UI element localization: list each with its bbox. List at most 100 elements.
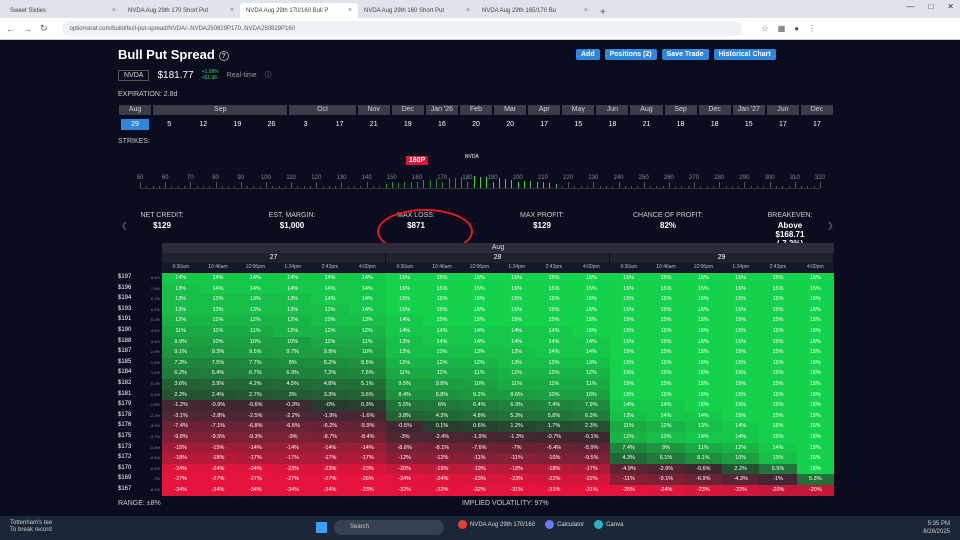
table-cell[interactable]: -1.6% — [348, 410, 386, 422]
table-cell[interactable]: -1.2% — [162, 400, 200, 411]
toolbar-button[interactable]: Positions (2) — [604, 49, 657, 60]
table-cell[interactable]: -2.4% — [423, 432, 461, 443]
taskbar-app[interactable]: Calculator — [545, 520, 584, 529]
table-cell[interactable]: 15% — [647, 326, 685, 337]
table-cell[interactable]: 6.2% — [162, 368, 200, 379]
table-cell[interactable]: 15% — [610, 368, 648, 379]
table-cell[interactable]: 12% — [572, 368, 610, 379]
table-cell[interactable]: -23% — [498, 474, 536, 485]
table-cell[interactable]: 14% — [535, 326, 573, 337]
browser-tab[interactable]: NVDA Aug 29th 160 Short Put × — [358, 3, 476, 18]
table-cell[interactable]: 15% — [759, 410, 797, 422]
table-cell[interactable]: 15% — [684, 368, 722, 379]
table-cell[interactable]: 15% — [647, 389, 685, 401]
table-cell[interactable]: 15% — [572, 273, 610, 284]
table-cell[interactable]: -24% — [236, 463, 274, 475]
table-cell[interactable]: 15% — [684, 326, 722, 337]
expiration-month[interactable]: Nov — [357, 105, 390, 115]
table-cell[interactable]: 13% — [460, 347, 498, 358]
table-cell[interactable]: 15% — [759, 389, 797, 401]
help-icon[interactable]: ? — [218, 50, 229, 61]
table-cell[interactable]: -0.7% — [535, 432, 573, 443]
table-cell[interactable]: 15% — [610, 389, 648, 401]
table-cell[interactable]: 15% — [684, 389, 722, 401]
table-cell[interactable]: 15% — [796, 421, 834, 432]
table-cell[interactable]: 1.2% — [498, 421, 536, 432]
table-cell[interactable]: 13% — [311, 315, 349, 326]
table-cell[interactable]: -17% — [236, 453, 274, 464]
table-cell[interactable]: 11% — [684, 442, 722, 454]
new-tab-button[interactable]: + — [594, 7, 612, 18]
extensions-icon[interactable]: ▦ — [778, 24, 786, 33]
table-cell[interactable]: 15% — [460, 283, 498, 295]
table-cell[interactable]: 15% — [647, 273, 685, 284]
table-cell[interactable]: 15% — [759, 368, 797, 379]
table-cell[interactable]: 5.8% — [535, 410, 573, 422]
table-cell[interactable]: 15% — [610, 304, 648, 316]
table-cell[interactable]: 15% — [684, 347, 722, 358]
tab-close-icon[interactable]: × — [584, 7, 588, 14]
expiration-month[interactable]: Sep — [153, 105, 288, 115]
table-cell[interactable]: 15% — [647, 304, 685, 316]
table-cell[interactable]: 14% — [311, 273, 349, 284]
table-cell[interactable]: 6.9% — [274, 368, 312, 379]
table-cell[interactable]: 15% — [759, 336, 797, 348]
table-cell[interactable]: -34% — [236, 485, 274, 496]
table-cell[interactable]: -6.9% — [684, 474, 722, 485]
expiration-day[interactable]: 21 — [360, 119, 388, 130]
table-cell[interactable]: 15% — [498, 315, 536, 326]
table-cell[interactable]: 15% — [647, 368, 685, 379]
table-cell[interactable]: 11% — [236, 326, 274, 337]
table-cell[interactable]: 14% — [647, 400, 685, 411]
table-cell[interactable]: 14% — [348, 273, 386, 284]
expiration-day[interactable]: 15 — [735, 119, 763, 130]
minimize-icon[interactable]: — — [906, 2, 914, 11]
table-cell[interactable]: -26% — [348, 474, 386, 485]
table-cell[interactable]: 15% — [722, 410, 760, 422]
table-cell[interactable]: 7.3% — [162, 357, 200, 369]
table-cell[interactable]: 15% — [759, 400, 797, 411]
table-cell[interactable]: 9.8% — [423, 379, 461, 390]
table-cell[interactable]: 11% — [610, 421, 648, 432]
table-cell[interactable]: 9.9% — [162, 336, 200, 348]
table-cell[interactable]: 13% — [311, 304, 349, 316]
expiration-month[interactable]: Jan '27 — [732, 105, 765, 115]
table-cell[interactable]: 15% — [722, 379, 760, 390]
table-cell[interactable]: 14% — [572, 347, 610, 358]
table-cell[interactable]: -8.4% — [348, 432, 386, 443]
star-icon[interactable]: ☆ — [762, 24, 769, 33]
table-cell[interactable]: 15% — [796, 432, 834, 443]
table-cell[interactable]: 15% — [796, 463, 834, 475]
expiration-day[interactable]: 17 — [769, 119, 797, 130]
table-cell[interactable]: -11% — [460, 453, 498, 464]
close-window-icon[interactable]: ✕ — [947, 2, 954, 11]
table-cell[interactable]: -17% — [572, 463, 610, 475]
table-cell[interactable]: 13% — [498, 347, 536, 358]
stats-next-icon[interactable]: ❯ — [827, 221, 834, 230]
table-cell[interactable]: 12% — [423, 357, 461, 369]
expiration-month[interactable]: Sep — [664, 105, 697, 115]
table-cell[interactable]: 9.5% — [236, 347, 274, 358]
table-cell[interactable]: -17% — [348, 453, 386, 464]
table-cell[interactable]: 15% — [684, 315, 722, 326]
table-cell[interactable]: -20% — [386, 463, 424, 475]
table-cell[interactable]: 12% — [386, 357, 424, 369]
table-cell[interactable]: 14% — [311, 294, 349, 305]
table-cell[interactable]: 14% — [386, 315, 424, 326]
table-cell[interactable]: 15% — [423, 273, 461, 284]
table-cell[interactable]: 12% — [199, 315, 237, 326]
table-cell[interactable]: 11% — [460, 368, 498, 379]
table-cell[interactable]: -7.4% — [162, 421, 200, 432]
table-cell[interactable]: 10% — [722, 453, 760, 464]
table-cell[interactable]: 13% — [610, 410, 648, 422]
table-cell[interactable]: 15% — [722, 304, 760, 316]
table-cell[interactable]: 3.3% — [311, 389, 349, 401]
table-cell[interactable]: 6.3% — [572, 410, 610, 422]
expiration-month[interactable]: Feb — [459, 105, 493, 115]
table-cell[interactable]: 15% — [684, 273, 722, 284]
table-cell[interactable]: -23% — [684, 485, 722, 496]
table-cell[interactable]: -9.1% — [647, 474, 685, 485]
expiration-day[interactable]: 19 — [394, 119, 422, 130]
expiration-day[interactable]: 26 — [257, 119, 285, 130]
toolbar-button[interactable]: Save Trade — [661, 49, 709, 60]
